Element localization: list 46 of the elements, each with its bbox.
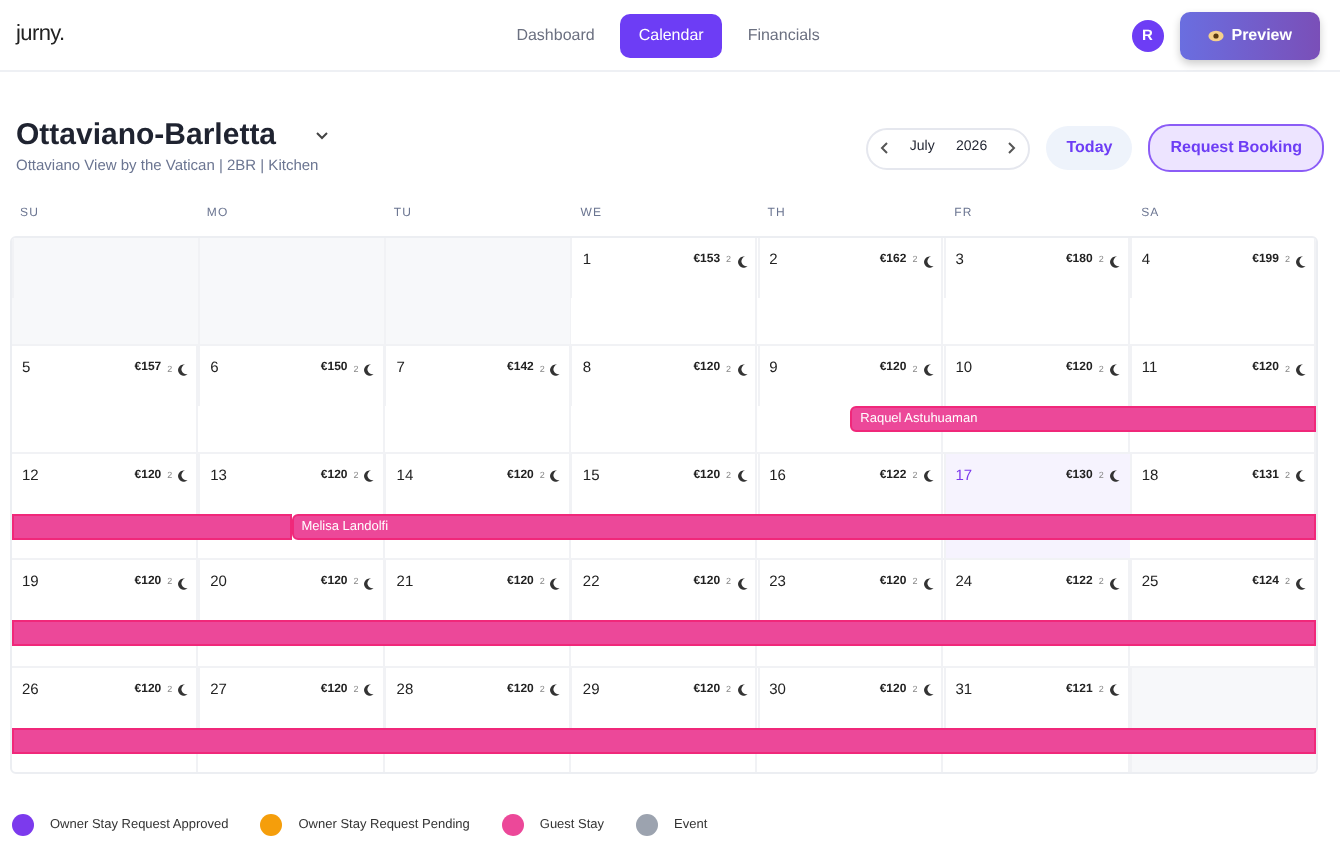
preview-button[interactable]: Preview	[1179, 11, 1320, 59]
moon-icon	[1109, 684, 1120, 697]
moon-icon	[923, 684, 934, 697]
booking-bar[interactable]	[12, 727, 1316, 754]
nav-tab[interactable]: Calendar	[620, 13, 722, 57]
booking-bar[interactable]	[12, 513, 292, 540]
moon-icon	[364, 684, 375, 697]
moon-icon	[1296, 577, 1306, 590]
moon-icon	[1109, 363, 1120, 376]
moon-icon	[1109, 577, 1120, 590]
moon-icon	[737, 684, 748, 697]
moon-icon	[923, 577, 934, 590]
property-title[interactable]: Ottaviano-Barletta	[16, 118, 277, 155]
moon-icon	[178, 684, 189, 697]
nav-tab[interactable]: Financials	[729, 13, 838, 57]
chevron-down-icon[interactable]	[316, 132, 329, 141]
moon-icon	[550, 684, 561, 697]
chevron-right-icon[interactable]	[1008, 142, 1017, 154]
moon-icon	[178, 363, 189, 376]
nav-tab[interactable]: Dashboard	[498, 13, 613, 57]
moon-icon	[550, 577, 561, 590]
moon-icon	[923, 470, 934, 483]
moon-icon	[1109, 255, 1120, 267]
eye-icon	[1207, 29, 1224, 41]
moon-icon	[364, 577, 375, 590]
moon-icon	[1296, 363, 1306, 376]
booking-bar[interactable]	[12, 620, 1316, 647]
moon-icon	[550, 363, 561, 376]
moon-icon	[1296, 470, 1306, 483]
moon-icon	[178, 577, 189, 590]
chevron-left-icon[interactable]	[880, 142, 889, 154]
moon-icon	[178, 470, 189, 483]
today-button[interactable]: Today	[1046, 126, 1133, 170]
moon-icon	[737, 470, 748, 483]
moon-icon	[364, 470, 375, 483]
moon-icon	[737, 255, 748, 267]
moon-icon	[737, 363, 748, 376]
request-booking-button[interactable]: Request Booking	[1148, 124, 1324, 172]
moon-icon	[364, 363, 375, 376]
moon-icon	[550, 470, 561, 483]
moon-icon	[737, 577, 748, 590]
moon-icon	[1296, 255, 1306, 267]
moon-icon	[923, 363, 934, 376]
logo[interactable]: jurny.	[16, 18, 65, 52]
moon-icon	[1109, 470, 1120, 483]
moon-icon	[923, 255, 934, 267]
